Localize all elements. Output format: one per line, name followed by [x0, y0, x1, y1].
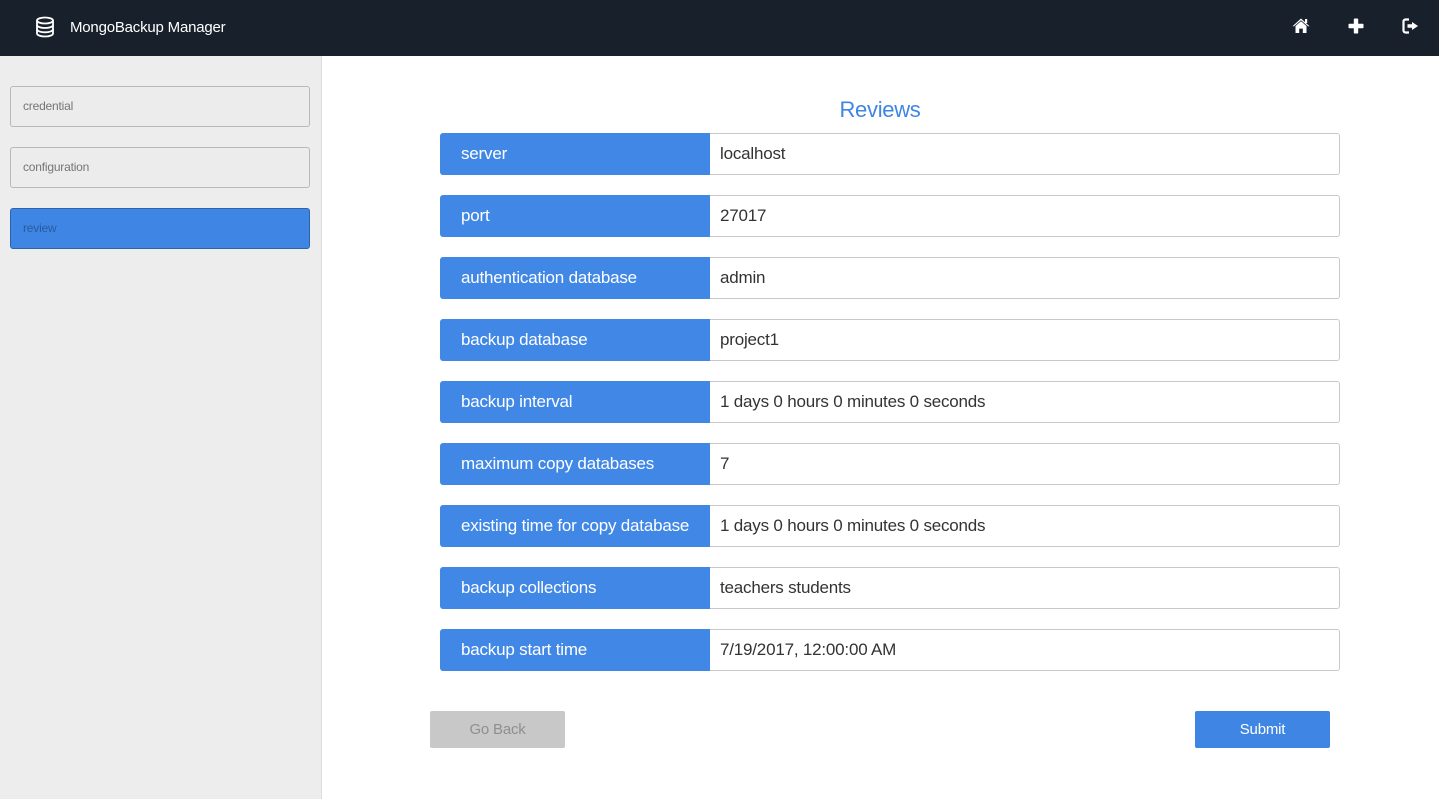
review-row-server: server localhost — [440, 133, 1340, 175]
sidebar-item-review[interactable]: review — [10, 208, 310, 249]
submit-button[interactable]: Submit — [1195, 711, 1330, 748]
row-value: 7 — [710, 443, 1340, 485]
review-row-backup-start-time: backup start time 7/19/2017, 12:00:00 AM — [440, 629, 1340, 671]
top-navbar: MongoBackup Manager — [0, 0, 1439, 56]
row-label: backup collections — [440, 567, 710, 609]
review-row-port: port 27017 — [440, 195, 1340, 237]
sign-out-icon[interactable] — [1401, 16, 1421, 36]
row-value: 1 days 0 hours 0 minutes 0 seconds — [710, 381, 1340, 423]
row-label: backup start time — [440, 629, 710, 671]
row-label: existing time for copy database — [440, 505, 710, 547]
row-label: maximum copy databases — [440, 443, 710, 485]
database-icon — [36, 16, 54, 38]
review-row-authentication-database: authentication database admin — [440, 257, 1340, 299]
row-label: backup interval — [440, 381, 710, 423]
row-label: port — [440, 195, 710, 237]
app-title: MongoBackup Manager — [70, 18, 226, 36]
sidebar-item-credential[interactable]: credential — [10, 86, 310, 127]
review-row-maximum-copy-databases: maximum copy databases 7 — [440, 443, 1340, 485]
review-row-backup-collections: backup collections teachers students — [440, 567, 1340, 609]
review-row-existing-time: existing time for copy database 1 days 0… — [440, 505, 1340, 547]
page-title: Reviews — [839, 97, 921, 122]
main-content: Reviews server localhost port 27017 auth… — [323, 56, 1439, 799]
row-value: teachers students — [710, 567, 1340, 609]
brand[interactable]: MongoBackup Manager — [34, 14, 226, 40]
sidebar-item-configuration[interactable]: configuration — [10, 147, 310, 188]
row-value: project1 — [710, 319, 1340, 361]
row-value: 7/19/2017, 12:00:00 AM — [710, 629, 1340, 671]
plus-icon[interactable] — [1346, 16, 1366, 36]
row-label: authentication database — [440, 257, 710, 299]
review-row-backup-interval: backup interval 1 days 0 hours 0 minutes… — [440, 381, 1340, 423]
go-back-button[interactable]: Go Back — [430, 711, 565, 748]
row-label: backup database — [440, 319, 710, 361]
sidebar: credential configuration review — [0, 56, 322, 799]
row-value: localhost — [710, 133, 1340, 175]
home-icon[interactable] — [1291, 16, 1311, 36]
row-value: admin — [710, 257, 1340, 299]
row-label: server — [440, 133, 710, 175]
row-value: 1 days 0 hours 0 minutes 0 seconds — [710, 505, 1340, 547]
row-value: 27017 — [710, 195, 1340, 237]
review-row-backup-database: backup database project1 — [440, 319, 1340, 361]
